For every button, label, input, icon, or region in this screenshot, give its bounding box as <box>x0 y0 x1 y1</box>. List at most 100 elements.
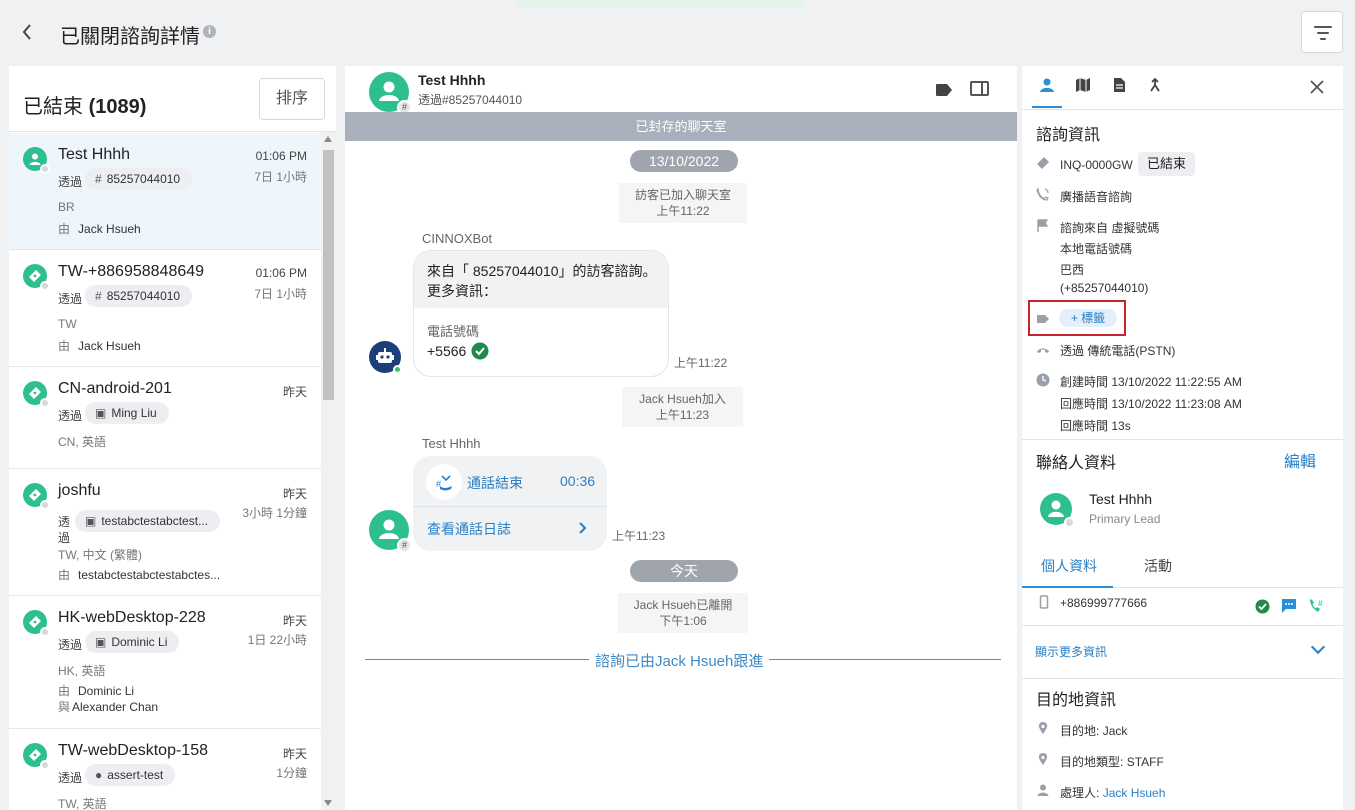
item-duration: 1日 22小時 <box>247 633 307 647</box>
edit-contact-link[interactable]: 編輯 <box>1284 448 1316 472</box>
avatar: # <box>369 72 412 115</box>
item-time: 昨天 <box>282 614 307 628</box>
side-panel-toggle-icon[interactable] <box>970 81 989 96</box>
list-scrollbar[interactable] <box>321 132 336 810</box>
item-via: 透過 <box>58 175 83 189</box>
contact-role: Primary Lead <box>1089 512 1161 526</box>
item-by: 由 Dominic Li <box>58 684 135 698</box>
tab-merge[interactable] <box>1140 74 1170 102</box>
message-time: 上午11:22 <box>674 356 728 370</box>
tab-journey[interactable] <box>1068 74 1098 102</box>
flag-icon <box>1037 219 1049 232</box>
inquiry-info-title: 諮詢資訊 <box>1036 127 1101 144</box>
tab-activity[interactable]: 活動 <box>1144 556 1172 576</box>
response-duration: 回應時間 13s <box>1060 419 1131 433</box>
bot-message-line1: 來自「 85257044010」的訪客諮詢。 <box>427 263 657 279</box>
item-time: 01:06 PM <box>255 149 307 163</box>
user-icon <box>23 147 50 174</box>
list-item[interactable]: Test Hhhh 01:06 PM 7日 1小時 透過 #8525704401… <box>9 133 321 250</box>
item-meta: TW, 中文 (繁體) <box>58 548 142 562</box>
details-tabs <box>1022 66 1343 110</box>
system-message: 訪客已加入聊天室 上午11:22 <box>619 183 747 223</box>
item-meta: HK, 英語 <box>58 664 106 678</box>
item-name: TW-+886958848649 <box>58 263 205 280</box>
destination-type: 目的地類型: STAFF <box>1060 755 1164 769</box>
contact-info-title: 聯絡人資料 <box>1036 455 1117 472</box>
chat-bubble-icon[interactable] <box>1280 597 1298 614</box>
item-chip: ▣ Dominic Li <box>85 631 180 653</box>
item-chip: #85257044010 <box>85 285 193 307</box>
item-via: 透過 <box>58 515 71 545</box>
chevron-right-icon[interactable] <box>577 521 587 535</box>
responded-time: 回應時間 13/10/2022 11:23:08 AM <box>1060 397 1242 411</box>
verified-check-icon <box>471 342 489 360</box>
inquiry-id: INQ-0000GW <box>1060 158 1133 172</box>
svg-text:#: # <box>1318 599 1323 608</box>
scrollbar-thumb[interactable] <box>323 150 334 400</box>
list-item[interactable]: HK-webDesktop-228 昨天 1日 22小時 透過 ▣ Dominic… <box>9 596 321 729</box>
view-call-log-link[interactable]: 查看通話日誌 <box>427 519 511 539</box>
tab-contact[interactable] <box>1032 74 1062 108</box>
filter-button[interactable] <box>1301 11 1343 53</box>
show-more-link[interactable]: 顯示更多資訊 <box>1035 643 1107 660</box>
item-via: 透過 <box>58 409 83 423</box>
person-icon <box>1037 784 1049 796</box>
contact-name: Test Hhhh <box>1089 491 1153 507</box>
item-time: 01:06 PM <box>255 266 307 280</box>
page-title: 已關閉諮詢詳情 <box>60 26 200 48</box>
item-by: 由 Jack Hsueh <box>58 222 141 236</box>
inquiry-source-line3: 巴西 <box>1060 263 1085 277</box>
scroll-up-arrow-icon[interactable] <box>324 136 332 142</box>
contact-card-icon: ▣ <box>95 406 107 420</box>
chevron-down-icon[interactable] <box>1310 639 1326 655</box>
scroll-down-arrow-icon[interactable] <box>324 800 332 806</box>
list-item[interactable]: CN-android-201 昨天 透過 ▣ Ming Liu CN, 英語 <box>9 367 321 469</box>
inquiry-source: 諮詢來自 虛擬號碼 <box>1060 221 1160 235</box>
destination-handler: 處理人: Jack Hsueh <box>1060 786 1166 800</box>
item-by: 由 Jack Hsueh <box>58 339 141 353</box>
chat-header: # Test Hhhh 透過#85257044010 <box>345 66 1017 115</box>
item-duration: 3小時 1分鐘 <box>242 506 307 520</box>
close-icon[interactable] <box>1310 78 1324 98</box>
item-duration: 1分鐘 <box>276 766 307 780</box>
inquiry-source-line2: 本地電話號碼 <box>1060 242 1133 256</box>
bot-field-value: +5566 <box>427 343 467 359</box>
item-chip: #85257044010 <box>85 168 193 190</box>
phone-call-icon[interactable]: # <box>1308 597 1326 614</box>
clock-icon <box>1036 373 1050 387</box>
ticket-icon <box>1037 157 1049 169</box>
date-separator: 今天 <box>630 560 738 582</box>
list-title: 已結束 (1089) <box>23 96 147 118</box>
call-ended-icon: # <box>426 464 462 500</box>
mobile-phone-icon <box>1039 595 1049 609</box>
top-bar: 已關閉諮詢詳情 i <box>0 0 1355 66</box>
chat-panel: # Test Hhhh 透過#85257044010 已封存的聊天室 13/10… <box>345 66 1017 810</box>
item-meta: TW <box>58 317 77 331</box>
list-item[interactable]: TW-+886958848649 01:06 PM 7日 1小時 透過 #852… <box>9 250 321 367</box>
add-tag-button[interactable]: + 標籤 <box>1059 309 1117 327</box>
back-arrow-icon[interactable] <box>20 20 42 44</box>
tab-profile[interactable]: 個人資料 <box>1041 556 1097 576</box>
list-header: 已結束 (1089) 排序 <box>9 66 336 132</box>
info-icon[interactable]: i <box>203 25 216 38</box>
tab-notes[interactable] <box>1104 74 1134 102</box>
destination-name: 目的地: Jack <box>1060 724 1128 738</box>
item-by: 由 testabctestabctestabctes... <box>58 568 221 582</box>
location-pin-icon <box>1038 722 1048 734</box>
created-time: 創建時間 13/10/2022 11:22:55 AM <box>1060 375 1242 389</box>
item-time: 昨天 <box>282 747 307 761</box>
person-icon <box>1040 78 1054 92</box>
location-pin-icon <box>1038 753 1048 765</box>
sort-button[interactable]: 排序 <box>259 78 325 120</box>
hash-icon: # <box>95 172 102 186</box>
map-icon <box>1076 78 1090 92</box>
ticket-icon <box>23 264 50 291</box>
call-log-bubble: # 通話結束 00:36 查看通話日誌 <box>413 456 607 551</box>
merge-icon <box>1150 77 1160 92</box>
item-name: CN-android-201 <box>58 380 172 397</box>
list-item[interactable]: TW-webDesktop-158 昨天 1分鐘 透過 ● assert-test… <box>9 729 321 810</box>
archived-banner: 已封存的聊天室 <box>345 112 1017 141</box>
list-item[interactable]: joshfu 昨天 3小時 1分鐘 透過 ▣ testabctestabctest… <box>9 469 321 596</box>
tag-icon[interactable] <box>935 83 953 97</box>
phone-hangup-icon <box>1037 348 1049 353</box>
